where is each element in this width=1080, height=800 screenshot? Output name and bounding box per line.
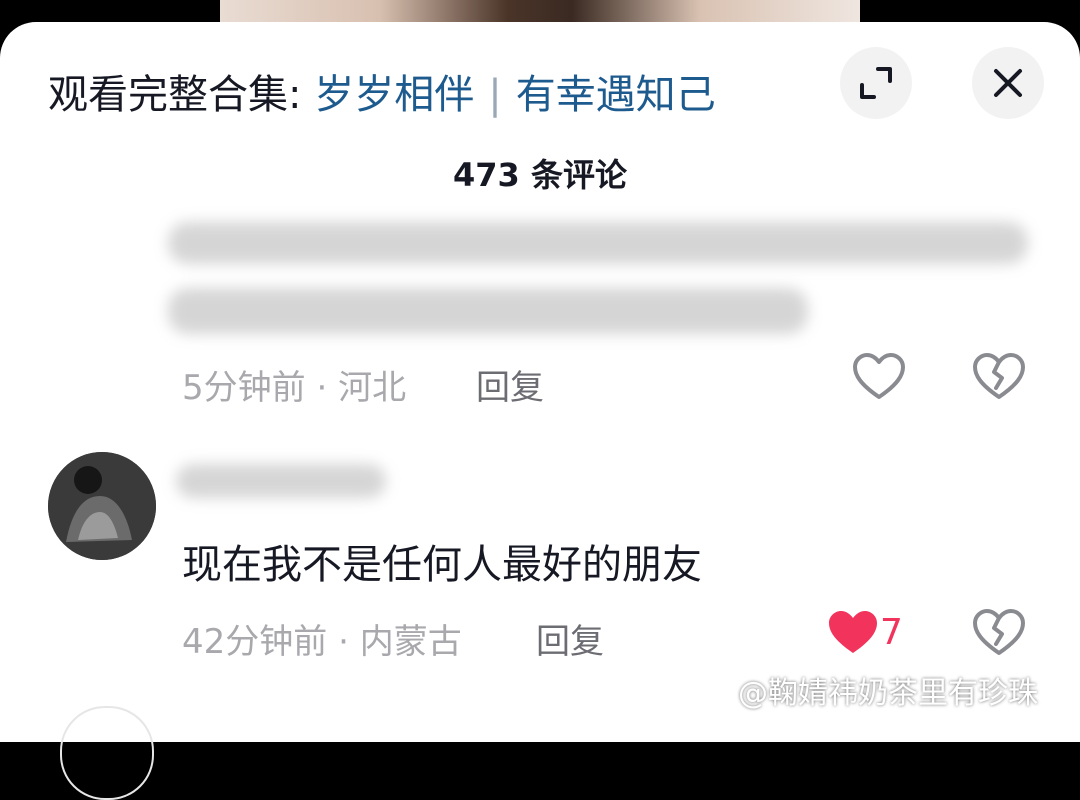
comment-2-time: 42分钟前 [182,622,328,662]
close-icon [994,69,1022,97]
heart-outline-icon[interactable] [852,352,906,402]
comment-count: 473 条评论 [453,156,627,194]
comment-1-location: 河北 [338,368,407,408]
comment-2-location: 内蒙古 [359,622,462,662]
collection-header[interactable]: 观看完整合集: 岁岁相伴 | 有幸遇知己 [48,60,716,130]
collection-separator: | [488,72,502,118]
heart-filled-icon[interactable] [826,608,880,658]
expand-icon [860,67,892,99]
like-count: 7 [880,612,903,653]
watermark: @鞠婧祎奶茶里有珍珠 [738,676,1038,711]
collection-prefix: 观看完整合集: [48,72,315,118]
next-avatar-partial [60,706,154,800]
redacted-comment-line-1 [168,222,1028,264]
expand-button[interactable] [840,47,912,119]
collection-link-1[interactable]: 岁岁相伴 [314,72,474,118]
broken-heart-icon[interactable] [972,352,1026,402]
comment-2-reply-button[interactable]: 回复 [536,614,604,663]
meta-dot: · [316,368,328,408]
broken-heart-icon[interactable] [972,608,1026,658]
meta-dot: · [338,622,349,662]
close-button[interactable] [972,47,1044,119]
collection-link-2[interactable]: 有幸遇知己 [516,72,716,118]
avatar[interactable] [48,452,156,560]
comment-1-time: 5分钟前 [182,368,306,408]
comment-2-text: 现在我不是任何人最好的朋友 [182,542,702,588]
comment-2-meta: 42分钟前 · 内蒙古 [182,614,462,663]
redacted-username [176,464,386,498]
comment-1-reply-button[interactable]: 回复 [476,360,544,409]
redacted-comment-line-2 [168,288,808,334]
avatar-photo [48,452,156,560]
comment-1-meta: 5分钟前 · 河北 [182,360,406,409]
collection-title[interactable]: 观看完整合集: 岁岁相伴 | 有幸遇知己 [48,60,716,130]
